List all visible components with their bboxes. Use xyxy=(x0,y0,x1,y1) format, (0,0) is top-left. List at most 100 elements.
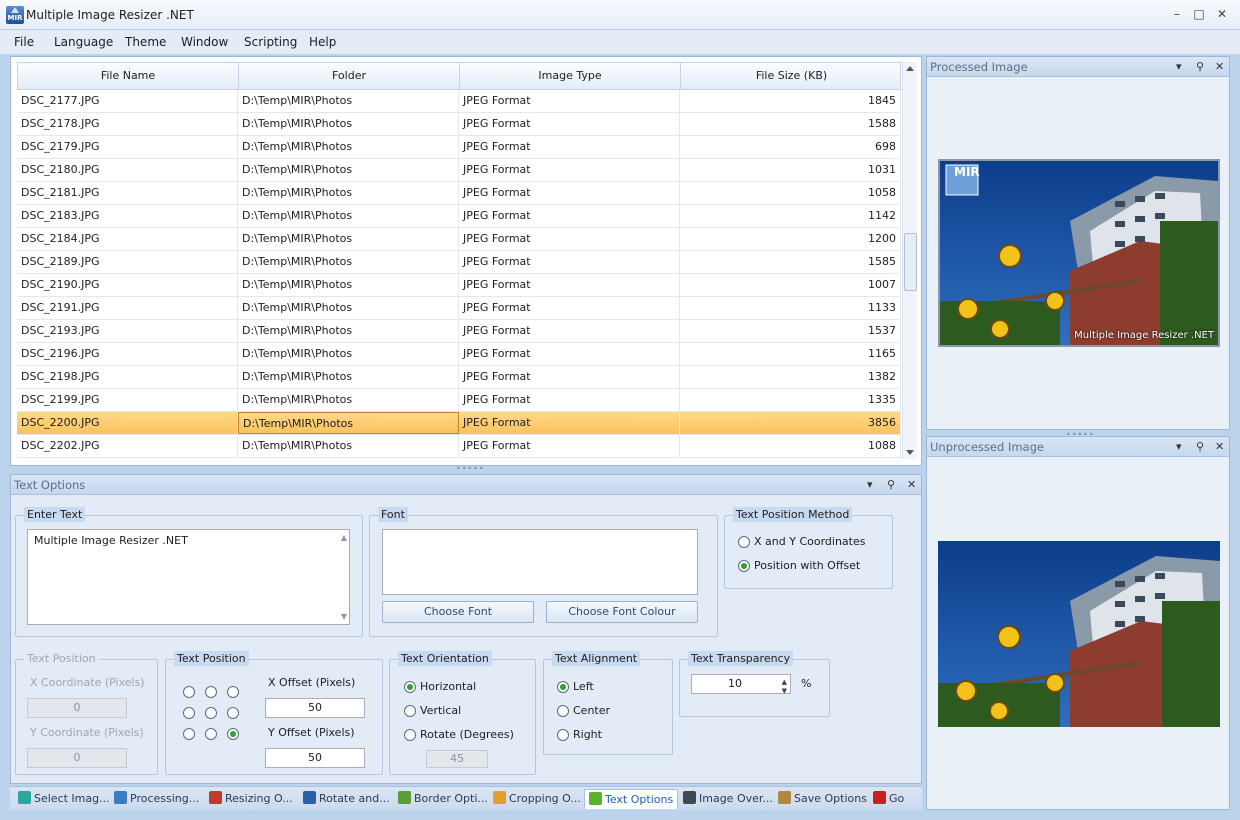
cell-file-name[interactable]: DSC_2190.JPG xyxy=(17,274,238,296)
radio-position-offset[interactable] xyxy=(738,560,750,572)
cell-file-size[interactable]: 1031 xyxy=(680,159,901,181)
tab-save-options[interactable]: Save Options xyxy=(774,789,871,809)
column-header-file-name[interactable]: File Name xyxy=(18,63,239,89)
cell-image-type[interactable]: JPEG Format xyxy=(459,343,680,365)
spin-down-icon[interactable]: ▼ xyxy=(782,682,787,700)
radio-rotate[interactable] xyxy=(404,729,416,741)
tab-go[interactable]: Go xyxy=(869,789,908,809)
table-row[interactable]: DSC_2200.JPG D:\Temp\MIR\Photos JPEG Forma… xyxy=(17,412,901,435)
table-row[interactable]: DSC_2198.JPG D:\Temp\MIR\Photos JPEG Forma… xyxy=(17,366,901,389)
cell-file-name[interactable]: DSC_2199.JPG xyxy=(17,389,238,411)
radio-align-left[interactable] xyxy=(557,681,569,693)
cell-file-size[interactable]: 1200 xyxy=(680,228,901,250)
close-icon[interactable]: ✕ xyxy=(1215,60,1224,73)
chevron-down-icon[interactable]: ▾ xyxy=(867,478,873,491)
cell-file-size[interactable]: 698 xyxy=(680,136,901,158)
grid-vertical-scrollbar[interactable] xyxy=(902,62,917,459)
tab-resizing-o[interactable]: Resizing O... xyxy=(205,789,297,809)
y-coordinate-input[interactable]: 0 xyxy=(27,748,127,768)
tab-processing[interactable]: Processing... xyxy=(110,789,203,809)
scroll-down-icon[interactable] xyxy=(906,450,914,455)
cell-image-type[interactable]: JPEG Format xyxy=(459,297,680,319)
tab-text-options[interactable]: Text Options xyxy=(584,789,679,809)
minimize-button[interactable]: – xyxy=(1166,5,1188,23)
cell-file-size[interactable]: 3856 xyxy=(680,412,901,434)
cell-image-type[interactable]: JPEG Format xyxy=(459,435,680,457)
column-header-folder[interactable]: Folder xyxy=(239,63,460,89)
cell-image-type[interactable]: JPEG Format xyxy=(459,274,680,296)
cell-file-size[interactable]: 1133 xyxy=(680,297,901,319)
cell-file-size[interactable]: 1058 xyxy=(680,182,901,204)
table-row[interactable]: DSC_2183.JPG D:\Temp\MIR\Photos JPEG Forma… xyxy=(17,205,901,228)
radio-xy-coordinates[interactable] xyxy=(738,536,750,548)
table-row[interactable]: DSC_2179.JPG D:\Temp\MIR\Photos JPEG Forma… xyxy=(17,136,901,159)
cell-folder[interactable]: D:\Temp\MIR\Photos xyxy=(238,435,459,457)
cell-file-size[interactable]: 1537 xyxy=(680,320,901,342)
cell-folder[interactable]: D:\Temp\MIR\Photos xyxy=(238,251,459,273)
cell-folder[interactable]: D:\Temp\MIR\Photos xyxy=(238,320,459,342)
anchor-radio-5[interactable] xyxy=(205,707,217,719)
maximize-button[interactable]: □ xyxy=(1188,5,1210,23)
close-icon[interactable]: ✕ xyxy=(1215,440,1224,453)
tab-image-over[interactable]: Image Over... xyxy=(679,789,777,809)
cell-folder[interactable]: D:\Temp\MIR\Photos xyxy=(238,412,459,434)
close-icon[interactable]: ✕ xyxy=(907,478,916,491)
cell-folder[interactable]: D:\Temp\MIR\Photos xyxy=(238,113,459,135)
cell-file-size[interactable]: 1007 xyxy=(680,274,901,296)
chevron-down-icon[interactable]: ▾ xyxy=(1176,440,1182,453)
table-row[interactable]: DSC_2180.JPG D:\Temp\MIR\Photos JPEG Forma… xyxy=(17,159,901,182)
cell-file-size[interactable]: 1588 xyxy=(680,113,901,135)
table-row[interactable]: DSC_2202.JPG D:\Temp\MIR\Photos JPEG Forma… xyxy=(17,435,901,458)
splitter-grip-icon[interactable]: ••••• xyxy=(456,464,485,473)
cell-folder[interactable]: D:\Temp\MIR\Photos xyxy=(238,205,459,227)
cell-file-name[interactable]: DSC_2202.JPG xyxy=(17,435,238,457)
cell-file-name[interactable]: DSC_2193.JPG xyxy=(17,320,238,342)
cell-file-size[interactable]: 1088 xyxy=(680,435,901,457)
cell-folder[interactable]: D:\Temp\MIR\Photos xyxy=(238,182,459,204)
cell-image-type[interactable]: JPEG Format xyxy=(459,228,680,250)
pin-icon[interactable]: ⚲ xyxy=(1196,440,1204,453)
menu-scripting[interactable]: Scripting xyxy=(238,33,303,51)
cell-image-type[interactable]: JPEG Format xyxy=(459,412,680,434)
chevron-down-icon[interactable]: ▾ xyxy=(1176,60,1182,73)
cell-file-name[interactable]: DSC_2198.JPG xyxy=(17,366,238,388)
scroll-thumb[interactable] xyxy=(904,233,917,291)
cell-folder[interactable]: D:\Temp\MIR\Photos xyxy=(238,159,459,181)
column-header-file-size[interactable]: File Size (KB) xyxy=(681,63,902,89)
cell-folder[interactable]: D:\Temp\MIR\Photos xyxy=(238,274,459,296)
cell-file-name[interactable]: DSC_2180.JPG xyxy=(17,159,238,181)
radio-horizontal[interactable] xyxy=(404,681,416,693)
cell-file-size[interactable]: 1845 xyxy=(680,90,901,112)
cell-image-type[interactable]: JPEG Format xyxy=(459,113,680,135)
table-row[interactable]: DSC_2191.JPG D:\Temp\MIR\Photos JPEG Forma… xyxy=(17,297,901,320)
tab-border-opti[interactable]: Border Opti... xyxy=(394,789,492,809)
cell-folder[interactable]: D:\Temp\MIR\Photos xyxy=(238,90,459,112)
table-row[interactable]: DSC_2199.JPG D:\Temp\MIR\Photos JPEG Forma… xyxy=(17,389,901,412)
tab-select-imag[interactable]: Select Imag... xyxy=(14,789,114,809)
table-row[interactable]: DSC_2184.JPG D:\Temp\MIR\Photos JPEG Forma… xyxy=(17,228,901,251)
scroll-up-icon[interactable]: ▲ xyxy=(341,533,347,542)
cell-file-name[interactable]: DSC_2178.JPG xyxy=(17,113,238,135)
cell-file-name[interactable]: DSC_2196.JPG xyxy=(17,343,238,365)
cell-file-name[interactable]: DSC_2183.JPG xyxy=(17,205,238,227)
anchor-radio-9[interactable] xyxy=(227,728,239,740)
y-offset-input[interactable]: 50 xyxy=(265,748,365,768)
menu-help[interactable]: Help xyxy=(303,33,342,51)
menu-window[interactable]: Window xyxy=(175,33,234,51)
x-coordinate-input[interactable]: 0 xyxy=(27,698,127,718)
close-window-button[interactable]: ✕ xyxy=(1211,5,1233,23)
scroll-down-icon[interactable]: ▼ xyxy=(341,612,347,621)
cell-image-type[interactable]: JPEG Format xyxy=(459,389,680,411)
column-header-image-type[interactable]: Image Type xyxy=(460,63,681,89)
cell-file-name[interactable]: DSC_2181.JPG xyxy=(17,182,238,204)
cell-folder[interactable]: D:\Temp\MIR\Photos xyxy=(238,136,459,158)
tab-rotate-and[interactable]: Rotate and... xyxy=(299,789,394,809)
cell-file-name[interactable]: DSC_2184.JPG xyxy=(17,228,238,250)
table-row[interactable]: DSC_2193.JPG D:\Temp\MIR\Photos JPEG Forma… xyxy=(17,320,901,343)
cell-image-type[interactable]: JPEG Format xyxy=(459,205,680,227)
radio-vertical[interactable] xyxy=(404,705,416,717)
cell-file-size[interactable]: 1142 xyxy=(680,205,901,227)
cell-image-type[interactable]: JPEG Format xyxy=(459,320,680,342)
enter-text-input[interactable]: Multiple Image Resizer .NET ▲ ▼ xyxy=(27,529,350,625)
radio-align-right[interactable] xyxy=(557,729,569,741)
